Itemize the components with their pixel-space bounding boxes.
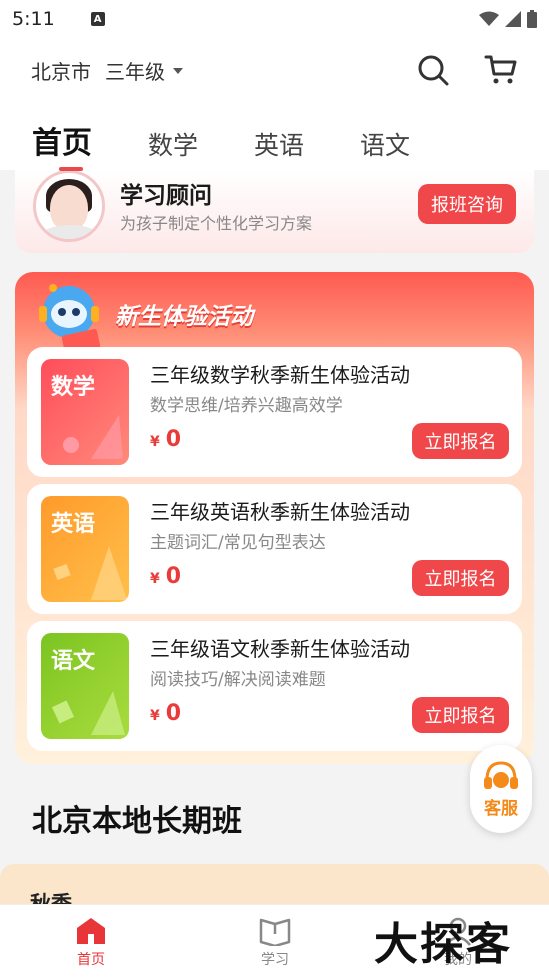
notification-a-icon: A	[90, 12, 105, 26]
top-header: 北京市 三年级 首页 数学 英语 语文	[0, 38, 549, 170]
tab-chinese[interactable]: 语文	[360, 126, 410, 162]
consultant-title: 学习顾问	[120, 183, 212, 209]
nav-label: 首页	[77, 952, 105, 968]
book-icon	[51, 691, 125, 735]
consultant-subtitle: 为孩子制定个性化学习方案	[120, 214, 313, 233]
signal-icon	[505, 11, 521, 27]
english-subject-tile: 英语	[41, 496, 129, 602]
customer-service-button[interactable]: 客服	[470, 745, 532, 833]
customer-service-label: 客服	[484, 799, 518, 819]
cart-icon[interactable]	[484, 54, 518, 86]
robot-mascot-icon	[39, 284, 101, 354]
consult-button[interactable]: 报班咨询	[418, 184, 516, 224]
nav-home[interactable]: 首页	[51, 913, 131, 969]
activity-title: 新生体验活动	[115, 304, 253, 330]
course-card-math[interactable]: 数学 三年级数学秋季新生体验活动 数学思维/培养兴趣高效学 ¥0 立即报名	[27, 347, 522, 477]
course-price: ¥0	[150, 701, 182, 726]
course-price: ¥0	[150, 427, 182, 452]
book-open-icon	[259, 918, 291, 946]
signup-button[interactable]: 立即报名	[412, 697, 509, 733]
chinese-subject-tile: 语文	[41, 633, 129, 739]
consultant-card[interactable]: 学习顾问 为孩子制定个性化学习方案 报班咨询	[15, 167, 534, 253]
ruler-icon	[63, 415, 123, 459]
letter-a-icon	[53, 546, 127, 600]
tile-label: 数学	[51, 375, 96, 400]
course-title: 三年级英语秋季新生体验活动	[150, 500, 410, 524]
course-subtitle: 阅读技巧/解决阅读难题	[150, 670, 326, 690]
signup-button[interactable]: 立即报名	[412, 560, 509, 596]
nav-study[interactable]: 学习	[235, 913, 315, 969]
course-subtitle: 主题词汇/常见句型表达	[150, 533, 326, 553]
tab-home[interactable]: 首页	[32, 118, 92, 162]
watermark-text: 大探客	[374, 919, 512, 970]
new-student-activity-panel: 新生体验活动 数学 三年级数学秋季新生体验活动 数学思维/培养兴趣高效学 ¥0 …	[15, 272, 534, 764]
section-title: 北京本地长期班	[32, 804, 242, 839]
battery-icon	[527, 10, 537, 28]
course-subtitle: 数学思维/培养兴趣高效学	[150, 396, 343, 416]
tile-label: 英语	[51, 512, 96, 537]
math-subject-tile: 数学	[41, 359, 129, 465]
dropdown-caret-icon[interactable]	[173, 67, 183, 74]
avatar-indicator	[59, 167, 83, 171]
location-selector[interactable]: 北京市 三年级	[31, 56, 183, 85]
course-title: 三年级数学秋季新生体验活动	[150, 363, 410, 387]
tab-math[interactable]: 数学	[148, 126, 198, 162]
nav-label: 学习	[261, 952, 289, 968]
course-card-english[interactable]: 英语 三年级英语秋季新生体验活动 主题词汇/常见句型表达 ¥0 立即报名	[27, 484, 522, 614]
headset-icon	[484, 761, 518, 789]
grade-label[interactable]: 三年级	[105, 56, 165, 85]
wifi-icon	[479, 11, 499, 26]
search-icon[interactable]	[417, 54, 449, 86]
city-label[interactable]: 北京市	[31, 56, 91, 85]
subject-tabs: 首页 数学 英语 语文	[32, 118, 466, 162]
course-title: 三年级语文秋季新生体验活动	[150, 637, 410, 661]
tab-english[interactable]: 英语	[254, 126, 304, 162]
status-time: 5:11	[12, 8, 55, 30]
home-icon	[77, 918, 105, 944]
tile-label: 语文	[51, 649, 96, 674]
course-price: ¥0	[150, 564, 182, 589]
consultant-avatar	[33, 170, 105, 242]
status-bar: 5:11 A	[0, 0, 549, 38]
course-card-chinese[interactable]: 语文 三年级语文秋季新生体验活动 阅读技巧/解决阅读难题 ¥0 立即报名	[27, 621, 522, 751]
signup-button[interactable]: 立即报名	[412, 423, 509, 459]
